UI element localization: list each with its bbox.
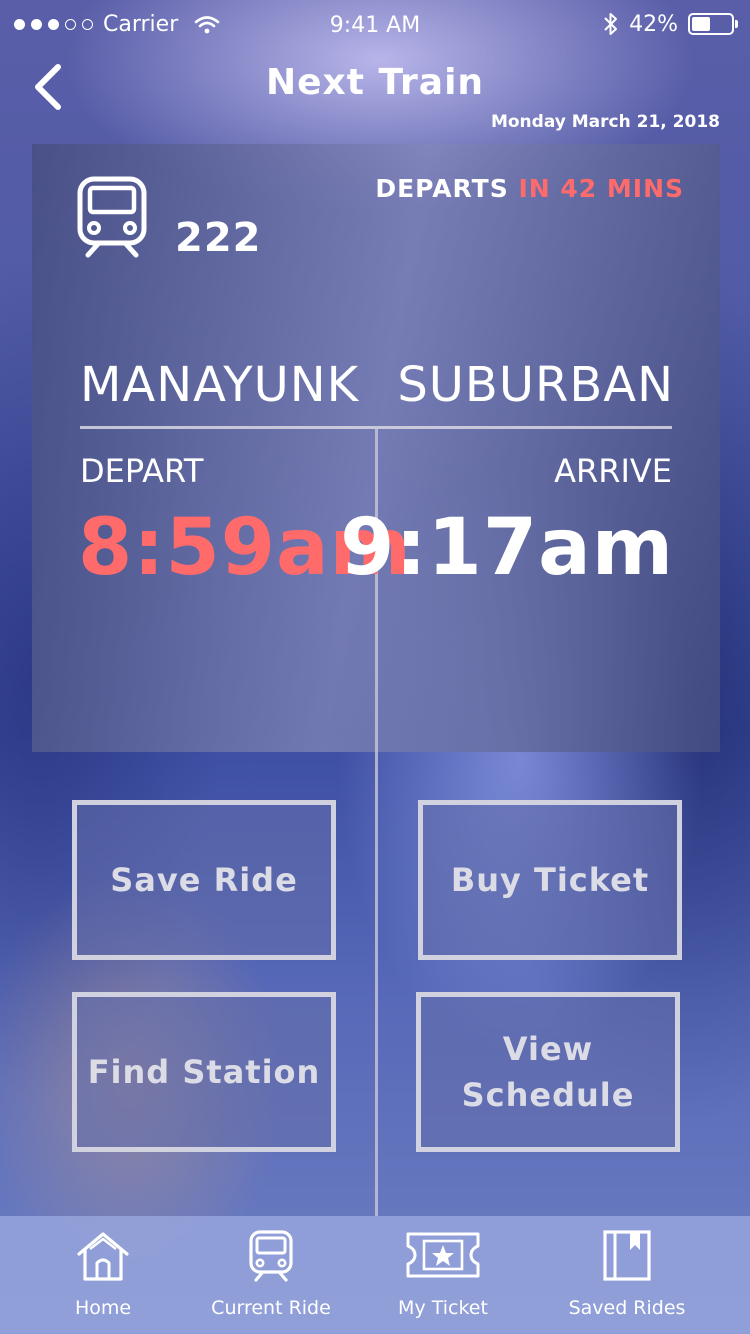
buy-ticket-label: Buy Ticket [450, 861, 650, 899]
buy-ticket-button[interactable]: Buy Ticket [418, 800, 682, 960]
save-ride-label: Save Ride [110, 861, 298, 899]
departs-eta: IN 42 MINS [518, 174, 684, 203]
battery-icon [688, 13, 738, 35]
arrive-time: 9:17am [340, 503, 674, 593]
tab-my-ticket[interactable]: My Ticket [353, 1216, 533, 1334]
page-title: Next Train [265, 62, 485, 103]
bluetooth-icon [604, 13, 618, 35]
tab-my-ticket-label: My Ticket [398, 1297, 488, 1319]
tab-saved-rides-label: Saved Rides [568, 1297, 686, 1319]
train-icon [249, 1230, 293, 1282]
date-label: Monday March 21, 2018 [490, 112, 720, 132]
departure-countdown: DEPARTS IN 42 MINS [375, 174, 684, 203]
train-icon [77, 176, 147, 258]
status-bar: Carrier 9:41 AM 42% [0, 0, 750, 50]
tab-saved-rides[interactable]: Saved Rides [537, 1216, 717, 1334]
find-station-button[interactable]: Find Station [72, 992, 336, 1152]
home-icon [77, 1232, 129, 1281]
tab-home[interactable]: Home [13, 1216, 193, 1334]
origin-station: MANAYUNK [80, 357, 360, 413]
tab-bar: Home Current Ride My Ticket Saved Rides [0, 1216, 750, 1334]
departs-prefix: DEPARTS [375, 174, 509, 203]
view-schedule-label: View Schedule [461, 1030, 635, 1114]
arrive-label: ARRIVE [554, 452, 672, 490]
battery-percent: 42% [629, 11, 678, 37]
depart-label: DEPART [80, 452, 204, 490]
find-station-label: Find Station [87, 1053, 321, 1091]
ticket-icon [406, 1232, 480, 1278]
destination-station: SUBURBAN [397, 357, 674, 413]
view-schedule-button[interactable]: View Schedule [416, 992, 680, 1152]
tab-home-label: Home [74, 1297, 132, 1319]
save-ride-button[interactable]: Save Ride [72, 800, 336, 960]
bookmark-book-icon [603, 1230, 651, 1281]
tab-current-ride-label: Current Ride [211, 1297, 331, 1319]
tab-current-ride[interactable]: Current Ride [181, 1216, 361, 1334]
train-number: 222 [175, 215, 262, 261]
status-right: 42% [603, 11, 738, 37]
